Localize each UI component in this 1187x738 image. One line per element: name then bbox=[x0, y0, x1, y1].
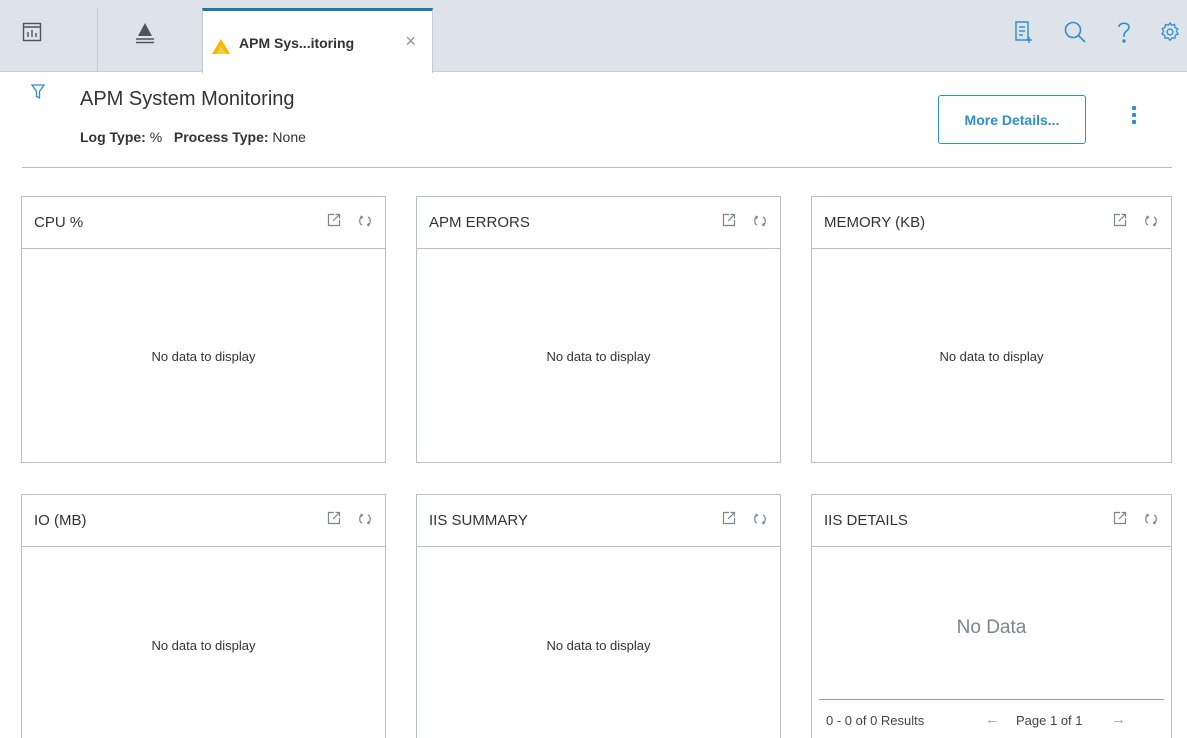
widget-title: IIS DETAILS bbox=[824, 512, 908, 529]
filter-icon[interactable] bbox=[30, 84, 46, 105]
help-icon[interactable] bbox=[1116, 20, 1132, 46]
previous-page-button[interactable]: ← bbox=[985, 711, 1000, 728]
widget-header: APM ERRORS bbox=[417, 197, 780, 249]
popout-icon[interactable] bbox=[722, 213, 736, 232]
widget-header: CPU % bbox=[22, 197, 385, 249]
settings-icon[interactable] bbox=[1159, 20, 1181, 46]
notes-icon[interactable] bbox=[1013, 20, 1033, 46]
widget-title: MEMORY (KB) bbox=[824, 214, 926, 231]
refresh-icon[interactable] bbox=[357, 214, 373, 232]
tab-title: APM Sys...itoring bbox=[239, 35, 355, 51]
filter-process-type-value: None bbox=[272, 129, 306, 145]
filter-log-type-value: % bbox=[149, 129, 163, 145]
header-divider bbox=[22, 167, 1172, 168]
popout-icon[interactable] bbox=[722, 511, 736, 530]
widget-apm-errors: APM ERRORS No data to display bbox=[416, 196, 781, 463]
more-details-button[interactable]: More Details... bbox=[938, 95, 1086, 144]
filter-summary: Log Type: % Process Type: None bbox=[80, 129, 306, 145]
asset-hierarchy-icon[interactable] bbox=[134, 22, 154, 44]
refresh-icon[interactable] bbox=[357, 512, 373, 530]
widget-header: IIS SUMMARY bbox=[417, 495, 780, 547]
popout-icon[interactable] bbox=[1113, 213, 1127, 232]
widget-title: CPU % bbox=[34, 214, 84, 231]
refresh-icon[interactable] bbox=[752, 512, 768, 530]
search-icon[interactable] bbox=[1063, 20, 1087, 46]
widget-io: IO (MB) No data to display bbox=[21, 494, 386, 738]
filter-process-type-label: Process Type: bbox=[173, 129, 269, 145]
widget-empty-message: No data to display bbox=[939, 348, 1044, 364]
page-indicator: Page 1 of 1 bbox=[1016, 713, 1083, 728]
widget-title: IIS SUMMARY bbox=[429, 512, 528, 529]
widget-iis-summary: IIS SUMMARY No data to display bbox=[416, 494, 781, 738]
refresh-icon[interactable] bbox=[1143, 214, 1159, 232]
kebab-menu-icon[interactable] bbox=[1130, 106, 1138, 128]
widget-header: MEMORY (KB) bbox=[812, 197, 1171, 249]
popout-icon[interactable] bbox=[327, 213, 341, 232]
results-count: 0 - 0 of 0 Results bbox=[826, 713, 925, 728]
widget-empty-message: No data to display bbox=[151, 638, 256, 653]
tab-apm-system-monitoring[interactable]: APM Sys...itoring × bbox=[202, 8, 433, 73]
pagination-bar: 0 - 0 of 0 Results ← Page 1 of 1 → bbox=[819, 699, 1164, 737]
refresh-icon[interactable] bbox=[1143, 512, 1159, 530]
widget-header: IO (MB) bbox=[22, 495, 385, 547]
popout-icon[interactable] bbox=[1113, 511, 1127, 530]
popout-icon[interactable] bbox=[327, 511, 341, 530]
next-page-button[interactable]: → bbox=[1111, 711, 1126, 728]
widget-empty-message: No Data bbox=[956, 617, 1027, 638]
widget-empty-message: No data to display bbox=[546, 638, 651, 653]
tab-separator bbox=[97, 8, 98, 72]
widget-title: IO (MB) bbox=[34, 512, 87, 529]
widget-title: APM ERRORS bbox=[429, 214, 530, 231]
widget-empty-message: No data to display bbox=[546, 348, 651, 364]
refresh-icon[interactable] bbox=[752, 214, 768, 232]
widget-memory: MEMORY (KB) No data to display bbox=[811, 196, 1172, 463]
close-icon[interactable]: × bbox=[405, 31, 416, 51]
widget-iis-details: IIS DETAILS No Data 0 - 0 of 0 Results ←… bbox=[811, 494, 1172, 738]
warning-icon bbox=[211, 38, 231, 60]
widget-header: IIS DETAILS bbox=[812, 495, 1171, 547]
widget-empty-message: No data to display bbox=[151, 348, 256, 364]
page-title: APM System Monitoring bbox=[80, 88, 295, 110]
filter-log-type-label: Log Type: bbox=[80, 129, 146, 145]
tab-bar: APM Sys...itoring × bbox=[0, 0, 1187, 73]
dashboard-icon[interactable] bbox=[22, 22, 42, 42]
widget-cpu: CPU % No data to display bbox=[21, 196, 386, 463]
